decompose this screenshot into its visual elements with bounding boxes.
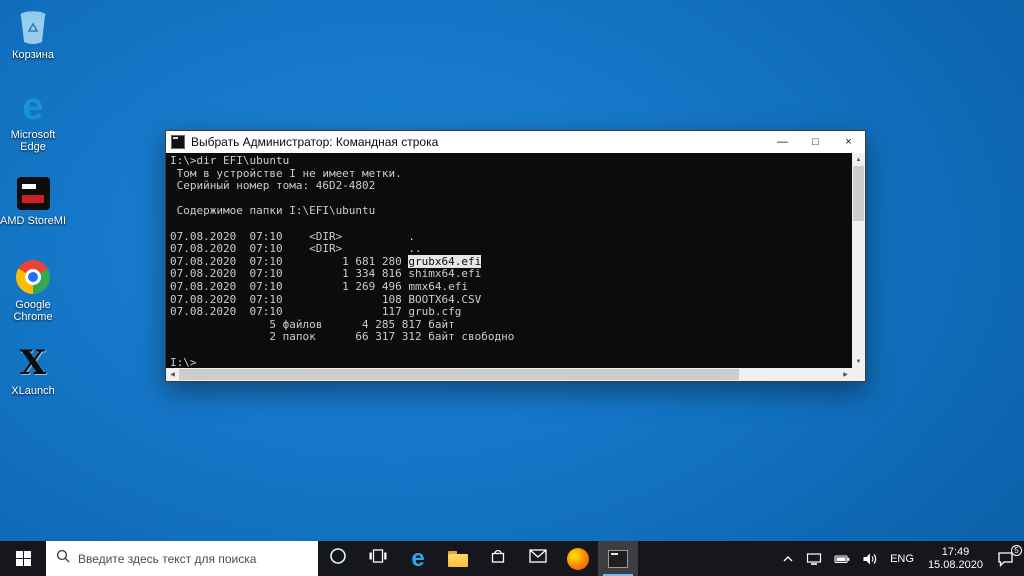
terminal-line: 2 папок 66 317 312 байт свободно (170, 331, 852, 344)
vertical-scroll-thumb[interactable] (853, 166, 864, 221)
desktop-icon-label: Корзина (12, 49, 54, 61)
minimize-button[interactable]: — (766, 131, 799, 153)
amd-storemi-icon (17, 174, 50, 212)
desktop-icon-amd-storemi[interactable]: AMD StoreMI (0, 174, 66, 227)
network-tray-button[interactable] (800, 541, 828, 576)
task-view-button[interactable] (358, 541, 398, 576)
taskbar-cmd-button[interactable] (598, 541, 638, 576)
battery-icon (834, 553, 850, 565)
taskbar-edge-button[interactable]: e (398, 541, 438, 576)
scroll-right-button[interactable]: ▶ (839, 368, 852, 381)
clock-time: 17:49 (942, 546, 970, 559)
scroll-left-button[interactable]: ◀ (166, 368, 179, 381)
cmd-icon (608, 550, 628, 568)
taskbar-clock[interactable]: 17:49 15.08.2020 (920, 541, 991, 576)
search-icon (56, 549, 70, 568)
taskbar-search[interactable] (46, 541, 318, 576)
cortana-button[interactable] (318, 541, 358, 576)
store-icon (489, 547, 507, 570)
title-bar[interactable]: Выбрать Администратор: Командная строка … (166, 131, 865, 153)
action-center-button[interactable]: 5 (991, 541, 1024, 576)
desktop-icon-label: Google Chrome (0, 299, 66, 323)
desktop-icon-xlaunch[interactable]: X XLaunch (0, 344, 66, 397)
cmd-window-title: Выбрать Администратор: Командная строка (191, 135, 766, 149)
file-explorer-icon (448, 554, 468, 567)
system-tray: ENG 17:49 15.08.2020 5 (776, 541, 1024, 576)
desktop-icon-label: AMD StoreMI (0, 215, 66, 227)
vertical-scrollbar[interactable]: ▲ ▼ (852, 153, 865, 368)
windows-logo-icon (16, 551, 31, 566)
scrollbar-corner (852, 368, 865, 381)
mail-icon (529, 549, 547, 568)
microsoft-store-button[interactable] (478, 541, 518, 576)
edge-icon: e (411, 547, 424, 571)
chrome-icon (16, 258, 50, 296)
firefox-icon (567, 548, 589, 570)
maximize-button[interactable]: □ (799, 131, 832, 153)
chevron-up-icon (782, 554, 794, 564)
firefox-button[interactable] (558, 541, 598, 576)
tray-expand-button[interactable] (776, 541, 800, 576)
desktop-icon-label: XLaunch (11, 385, 54, 397)
battery-tray-button[interactable] (828, 541, 856, 576)
horizontal-scroll-thumb[interactable] (179, 369, 739, 380)
scroll-up-button[interactable]: ▲ (852, 153, 865, 166)
terminal-line (170, 344, 852, 357)
desktop-icon-label: Microsoft Edge (0, 129, 66, 153)
volume-icon (862, 552, 878, 566)
recycle-bin-icon (18, 8, 48, 46)
taskbar: e (0, 541, 1024, 576)
desktop: Корзина e Microsoft Edge AMD StoreMI Goo… (0, 0, 1024, 576)
network-icon (806, 552, 822, 566)
cmd-window: Выбрать Администратор: Командная строка … (165, 130, 866, 382)
task-view-icon (369, 547, 387, 570)
start-button[interactable] (0, 541, 46, 576)
terminal-line: Содержимое папки I:\EFI\ubuntu (170, 205, 852, 218)
desktop-icon-edge[interactable]: e Microsoft Edge (0, 88, 66, 153)
edge-icon: e (22, 88, 43, 126)
scroll-down-button[interactable]: ▼ (852, 355, 865, 368)
notification-badge: 5 (1011, 545, 1022, 556)
cmd-window-icon (171, 135, 185, 149)
terminal-line: Серийный номер тома: 46D2-4802 (170, 180, 852, 193)
mail-button[interactable] (518, 541, 558, 576)
file-explorer-button[interactable] (438, 541, 478, 576)
close-button[interactable]: × (832, 131, 865, 153)
cortana-icon (329, 547, 347, 570)
volume-tray-button[interactable] (856, 541, 884, 576)
xlaunch-icon: X (20, 344, 46, 382)
horizontal-scrollbar[interactable]: ◀ ▶ (166, 368, 852, 381)
window-controls: — □ × (766, 131, 865, 153)
clock-date: 15.08.2020 (928, 559, 983, 572)
terminal-output[interactable]: I:\>dir EFI\ubuntu Том в устройстве I не… (166, 153, 852, 368)
language-indicator[interactable]: ENG (884, 541, 920, 576)
desktop-icon-chrome[interactable]: Google Chrome (0, 258, 66, 323)
terminal-line: I:\>_ (170, 357, 852, 369)
desktop-icon-recycle-bin[interactable]: Корзина (0, 8, 66, 61)
search-input[interactable] (78, 552, 308, 566)
